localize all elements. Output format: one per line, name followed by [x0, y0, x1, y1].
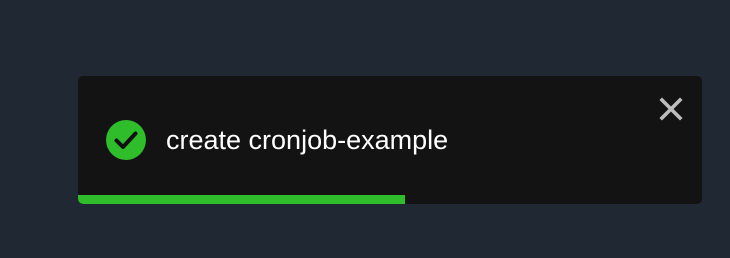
close-button[interactable]	[658, 96, 684, 122]
toast-message: create cronjob-example	[166, 125, 449, 155]
toast-content: create cronjob-example	[106, 120, 448, 160]
notification-toast: create cronjob-example	[78, 76, 702, 204]
progress-bar-fill	[78, 195, 405, 204]
check-circle-icon	[106, 120, 146, 160]
progress-bar	[78, 195, 702, 204]
close-icon	[659, 97, 683, 121]
